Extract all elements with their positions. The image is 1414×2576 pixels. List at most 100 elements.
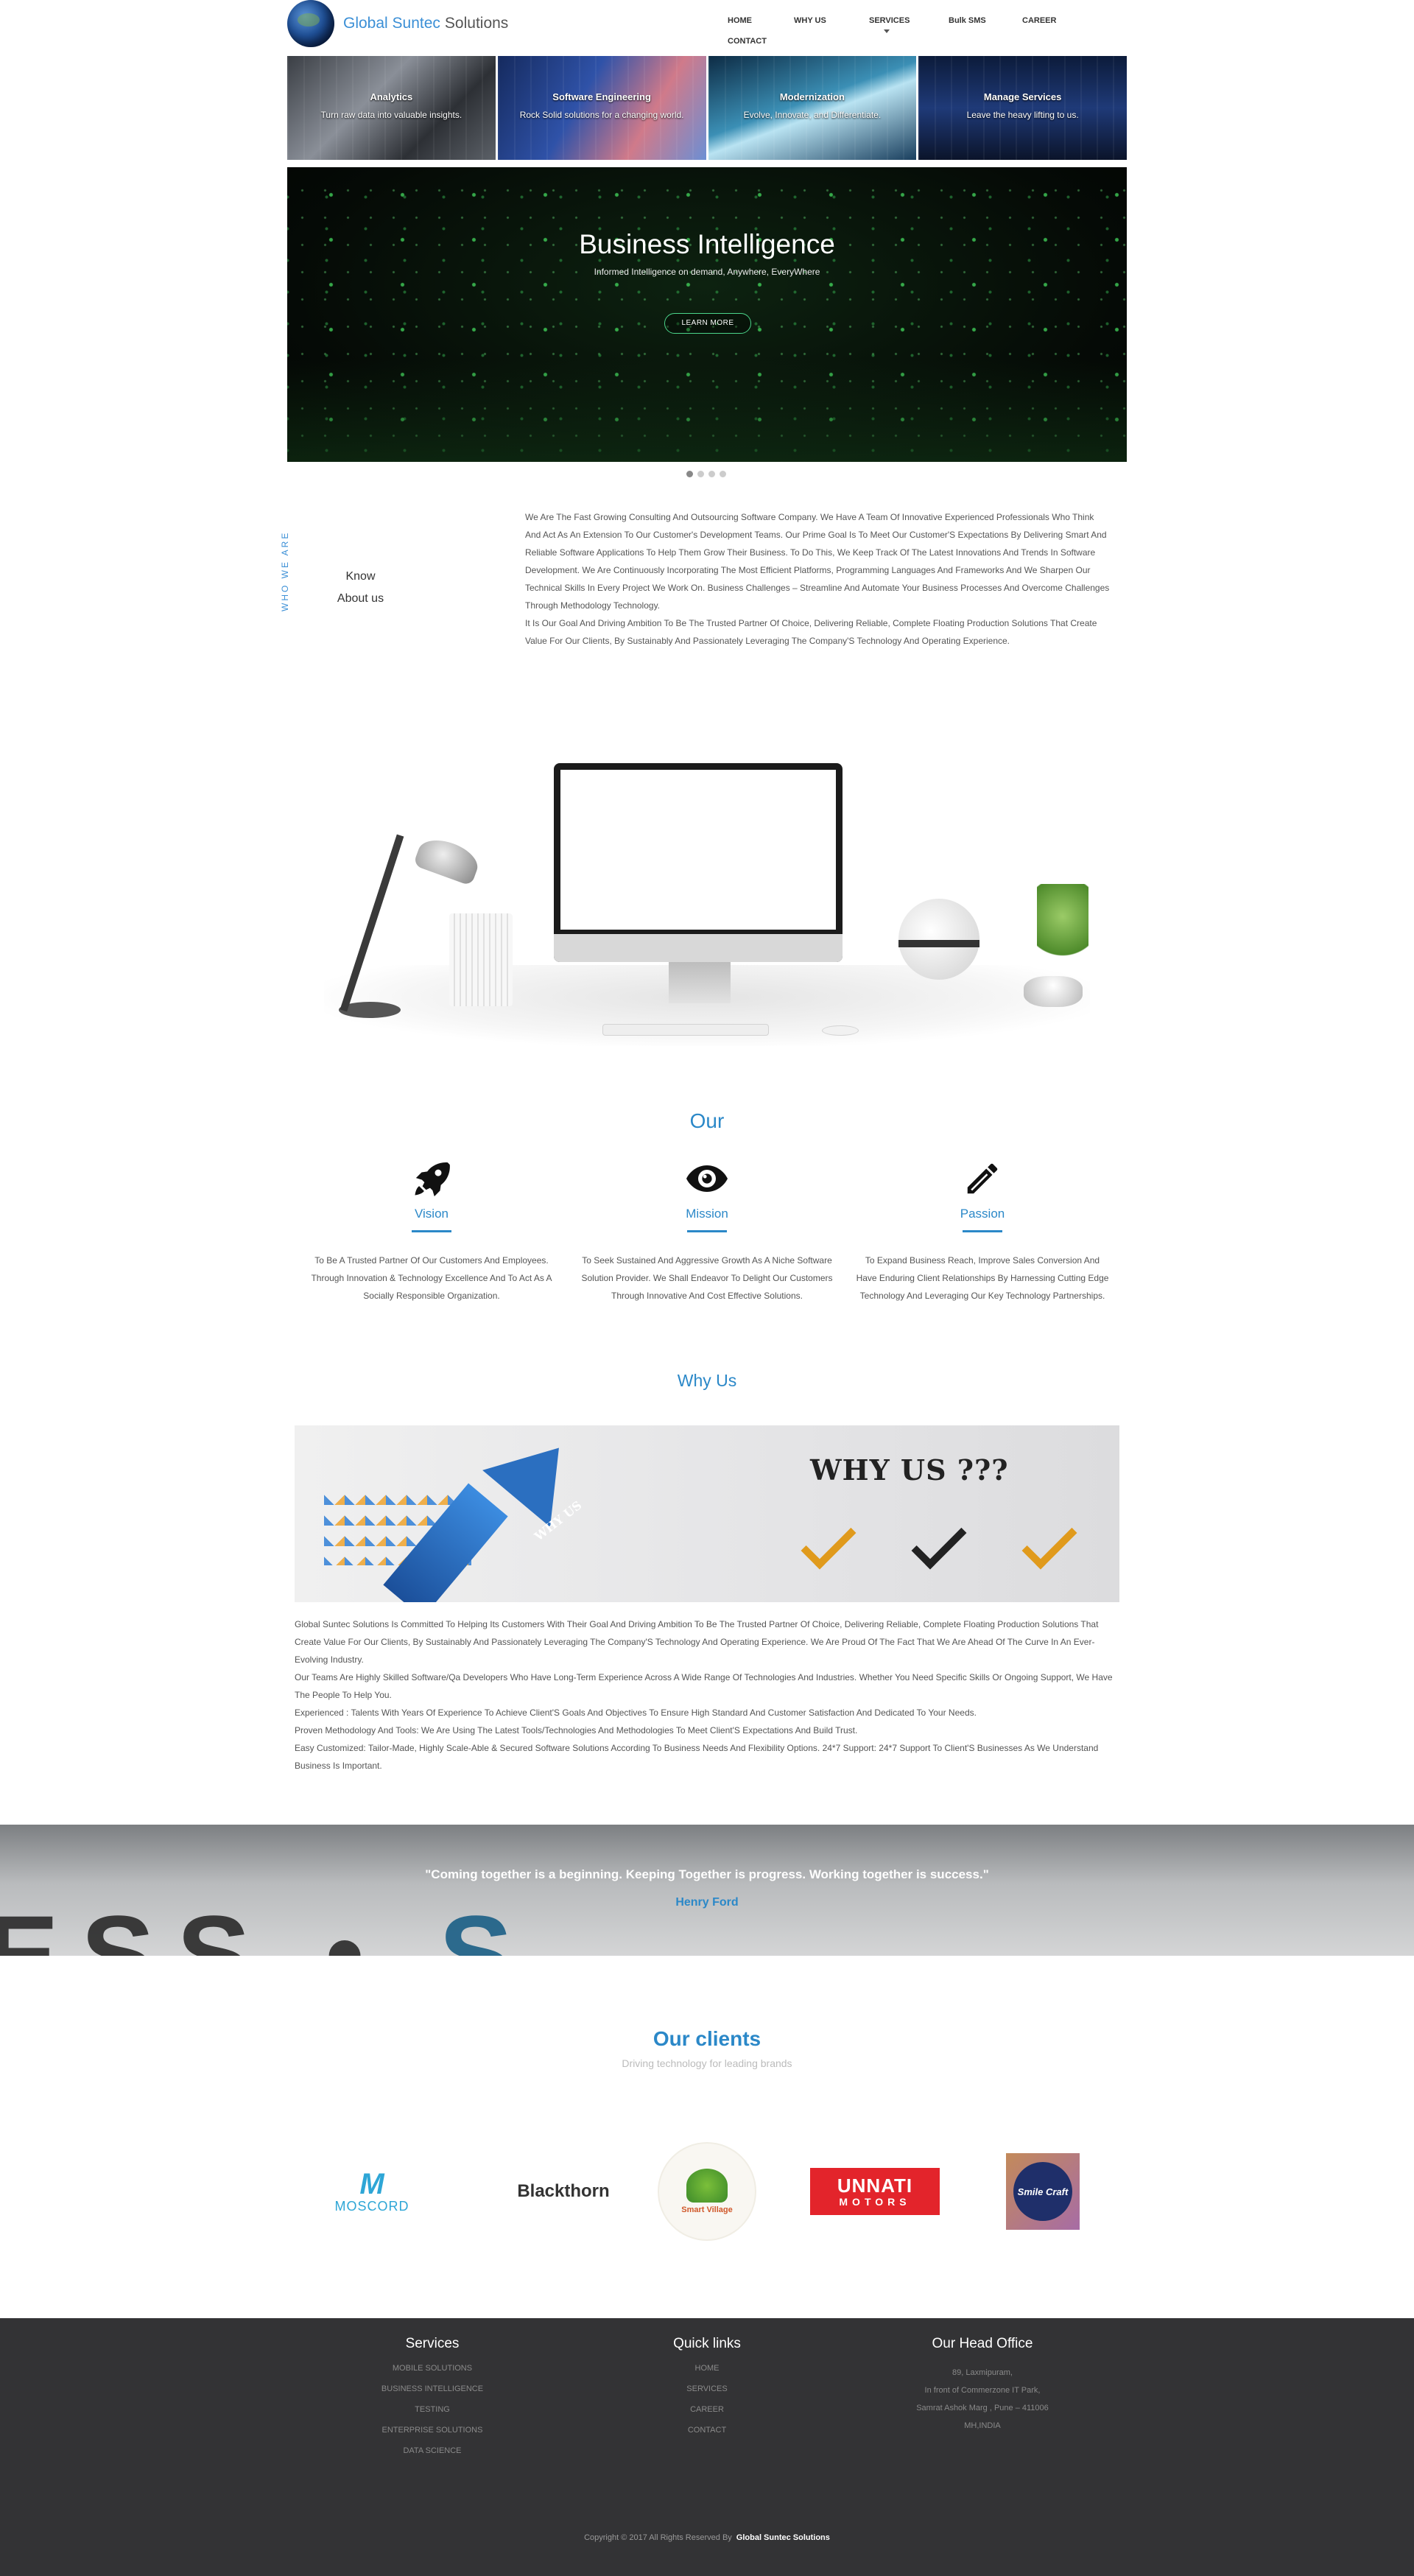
why-us-title: Why Us [677, 1371, 737, 1390]
slider-dot-2[interactable] [697, 471, 704, 477]
tile-analytics[interactable]: Analytics Turn raw data into valuable in… [287, 56, 496, 160]
quote-band: ESS • S "Coming together is a beginning.… [0, 1825, 1414, 1956]
footer-link-business-intelligence[interactable]: BUSINESS INTELLIGENCE [322, 2384, 543, 2393]
tile-subtitle: Rock Solid solutions for a changing worl… [519, 110, 684, 120]
tree-icon [686, 2169, 728, 2203]
slider-dot-4[interactable] [720, 471, 726, 477]
tile-modernization[interactable]: Modernization Evolve, Innovate, and Diff… [708, 56, 917, 160]
pillar-passion: Passion To Expand Business Reach, Improv… [850, 1157, 1115, 1305]
slider-dot-3[interactable] [708, 471, 715, 477]
rocket-icon [409, 1157, 454, 1201]
header: Global Suntec Solutions HOME WHY US SERVI… [287, 0, 1127, 56]
brand-name-part2: Solutions [444, 15, 509, 32]
globe-logo-icon [287, 0, 334, 47]
footer-link-career[interactable]: CAREER [597, 2405, 817, 2414]
know-about-us: Know About us [333, 566, 388, 610]
kettle-icon [898, 899, 979, 980]
footer-link-home[interactable]: HOME [597, 2364, 817, 2373]
plant-icon [1037, 884, 1088, 965]
nav-contact[interactable]: CONTACT [728, 37, 767, 46]
copyright-text: Copyright © 2017 All Rights Reserved By [584, 2533, 732, 2542]
pillar-text: To Expand Business Reach, Improve Sales … [856, 1255, 1109, 1301]
footer-link-contact[interactable]: CONTACT [597, 2426, 817, 2435]
why-line-4: Proven Methodology And Tools: We Are Usi… [295, 1725, 858, 1736]
quote-text: "Coming together is a beginning. Keeping… [425, 1867, 989, 1881]
brand-name: Global Suntec Solutions [343, 15, 508, 32]
services-dropdown-icon[interactable] [884, 29, 890, 33]
footer-services-title: Services [405, 2336, 460, 2351]
client-smile-craft-logo[interactable]: Smile Craft [1006, 2140, 1080, 2243]
pillar-mission: Mission To Seek Sustained And Aggressive… [574, 1157, 840, 1305]
who-we-are-label: WHO WE ARE [280, 530, 303, 611]
about-paragraph-1: We Are The Fast Growing Consulting And O… [525, 512, 1110, 611]
moscord-mark: M [359, 2167, 384, 2200]
footer-link-enterprise-solutions[interactable]: ENTERPRISE SOLUTIONS [322, 2426, 543, 2435]
clients-title: Our clients [653, 2027, 761, 2050]
pillar-vision: Vision To Be A Trusted Partner Of Our Cu… [299, 1157, 564, 1305]
client-blackthorn-logo[interactable]: Blackthorn [486, 2140, 641, 2243]
footer-link-testing[interactable]: TESTING [322, 2405, 543, 2414]
brand-name-part1: Global Suntec [343, 15, 440, 32]
hero-glow [287, 359, 1127, 462]
about-us-label: About us [337, 592, 384, 605]
slider-dot-1[interactable] [686, 471, 693, 477]
about-text: We Are The Fast Growing Consulting And O… [525, 508, 1111, 650]
site-logo[interactable]: Global Suntec Solutions [287, 0, 508, 47]
unnati-badge: UNNATI MOTORS [810, 2168, 940, 2215]
tile-manage-services[interactable]: Manage Services Leave the heavy lifting … [918, 56, 1127, 160]
tile-title: Modernization [779, 91, 845, 102]
copyright: Copyright © 2017 All Rights Reserved By G… [0, 2533, 1414, 2542]
why-us-text: Global Suntec Solutions Is Committed To … [295, 1615, 1119, 1775]
footer: Services MOBILE SOLUTIONS BUSINESS INTEL… [0, 2318, 1414, 2576]
nav-career[interactable]: CAREER [1022, 16, 1056, 25]
footer-services: Services MOBILE SOLUTIONS BUSINESS INTEL… [322, 2336, 543, 2455]
address-line: 89, Laxmipuram, [952, 2368, 1013, 2377]
nav-services[interactable]: SERVICES [869, 16, 910, 25]
blackthorn-wordmark: Blackthorn [517, 2181, 610, 2201]
pillar-title: Mission [686, 1207, 728, 1221]
footer-quick-title: Quick links [673, 2336, 741, 2351]
tile-subtitle: Evolve, Innovate, and Differentiate. [743, 110, 882, 120]
tile-title: Manage Services [983, 91, 1062, 102]
know-label: Know [345, 570, 376, 583]
hero-slider: Business Intelligence Informed Intellige… [287, 167, 1127, 462]
checkmark-icon [911, 1514, 967, 1570]
monitor-stand [669, 962, 731, 1003]
pillar-text: To Seek Sustained And Aggressive Growth … [581, 1255, 833, 1301]
unnati-wordmark: UNNATI [837, 2175, 913, 2197]
our-title: Our [689, 1109, 725, 1132]
footer-link-services[interactable]: SERVICES [597, 2384, 817, 2393]
client-moscord-logo[interactable]: M MOSCORD [324, 2140, 420, 2243]
nav-home[interactable]: HOME [728, 16, 752, 25]
client-smart-village-logo[interactable]: Smart Village [655, 2140, 759, 2243]
pencil-icon [960, 1157, 1005, 1201]
pencil-cup [449, 913, 513, 1006]
address-line: In front of Commerzone IT Park, [924, 2386, 1041, 2395]
nav-bulk-sms[interactable]: Bulk SMS [949, 16, 986, 25]
footer-link-mobile-solutions[interactable]: MOBILE SOLUTIONS [322, 2364, 543, 2373]
divider [963, 1230, 1002, 1232]
slider-indicators [686, 471, 726, 477]
tile-title: Analytics [370, 91, 413, 102]
client-unnati-motors-logo[interactable]: UNNATI MOTORS [810, 2140, 940, 2243]
why-line-2: Our Teams Are Highly Skilled Software/Qa… [295, 1672, 1113, 1700]
footer-head-office: Our Head Office 89, Laxmipuram, In front… [872, 2336, 1093, 2435]
copyright-brand[interactable]: Global Suntec Solutions [736, 2533, 830, 2542]
tile-software-engineering[interactable]: Software Engineering Rock Solid solution… [497, 56, 706, 160]
learn-more-button[interactable]: LEARN MORE [664, 313, 751, 334]
feature-tiles: Analytics Turn raw data into valuable in… [287, 56, 1127, 160]
tile-subtitle: Leave the heavy lifting to us. [966, 110, 1079, 120]
footer-link-data-science[interactable]: DATA SCIENCE [322, 2446, 543, 2455]
monitor-chin [554, 934, 843, 962]
desk-illustration [324, 744, 1090, 1053]
address-line: MH,INDIA [964, 2421, 1001, 2430]
tile-title: Software Engineering [552, 91, 651, 102]
footer-quick-links: Quick links HOME SERVICES CAREER CONTACT [597, 2336, 817, 2435]
who-we-are-text: WHO WE ARE [280, 530, 290, 611]
why-line-1: Global Suntec Solutions Is Committed To … [295, 1619, 1099, 1665]
pillar-title: Passion [960, 1207, 1005, 1221]
nav-why-us[interactable]: WHY US [794, 16, 826, 25]
office-address: 89, Laxmipuram, In front of Commerzone I… [872, 2364, 1093, 2435]
eye-icon [685, 1157, 729, 1201]
why-us-banner: WHY US WHY US ??? [295, 1425, 1119, 1602]
